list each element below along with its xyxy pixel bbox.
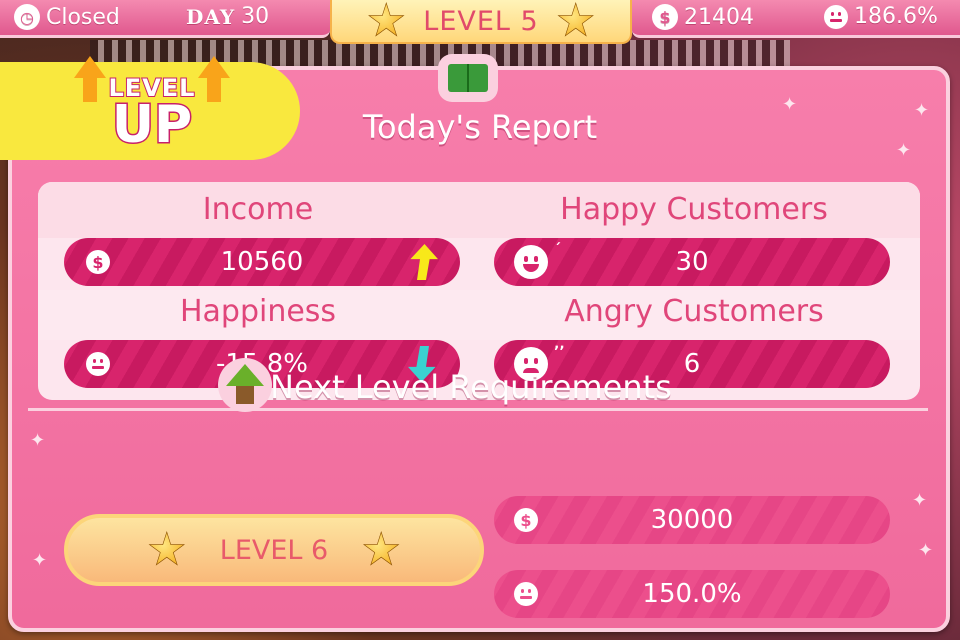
- smile-icon: [86, 352, 110, 376]
- coin-icon: $: [86, 250, 110, 274]
- next-level-value: LEVEL 6: [219, 534, 329, 566]
- angry-customers-value: 6: [683, 349, 701, 379]
- hud-right-bar: $ 21404 186.6%: [632, 0, 960, 38]
- money-counter: $ 21404: [652, 4, 754, 30]
- happiness-value: 186.6%: [854, 4, 938, 29]
- top-hud: ◷ Closed DAY 30 LEVEL 5 $ 21404 186.6%: [0, 0, 960, 44]
- hud-left-bar: ◷ Closed DAY 30: [0, 0, 330, 38]
- current-level: LEVEL 5: [423, 5, 539, 37]
- money-value: 21404: [684, 4, 754, 30]
- star-icon: [148, 531, 186, 569]
- sparkle-decoration: ✦: [918, 540, 934, 561]
- coin-icon: $: [652, 4, 678, 30]
- shop-status[interactable]: ◷ Closed: [14, 4, 120, 30]
- happy-customers-value: 30: [675, 247, 709, 277]
- required-happiness-pill: 150.0%: [494, 570, 890, 618]
- income-pill: $ 10560: [64, 238, 460, 286]
- level-up-arrow-icon: [218, 358, 272, 412]
- report-title: Today's Report: [362, 108, 598, 146]
- arrow-up-icon: [410, 244, 438, 280]
- happy-customers-pill: ˊ 30: [494, 238, 890, 286]
- clock-icon: ◷: [14, 4, 40, 30]
- income-label: Income: [202, 192, 314, 227]
- day-counter: DAY 30: [186, 4, 269, 29]
- coin-icon: $: [514, 508, 538, 532]
- day-label: DAY: [186, 4, 236, 29]
- sparkle-decoration: ✦: [32, 550, 48, 571]
- section-divider: [28, 408, 928, 411]
- happy-customers-label: Happy Customers: [560, 192, 828, 227]
- happiness-counter: 186.6%: [824, 4, 938, 29]
- income-value: 10560: [220, 247, 304, 277]
- star-icon: [557, 2, 595, 40]
- required-happiness-value: 150.0%: [642, 579, 742, 609]
- smile-icon: [514, 582, 538, 606]
- sparkle-decoration: ✦: [912, 490, 928, 511]
- star-icon: [367, 2, 405, 40]
- shop-status-text: Closed: [46, 4, 120, 30]
- sparkle-decoration: ✦: [30, 430, 46, 451]
- happy-face-icon: [514, 245, 548, 279]
- smile-icon: [824, 4, 848, 29]
- happiness-label: Happiness: [179, 294, 337, 329]
- required-money-value: 30000: [650, 505, 734, 535]
- requirements-title: Next Level Requirements: [270, 368, 672, 406]
- required-money-pill: $ 30000: [494, 496, 890, 544]
- day-value: 30: [241, 4, 270, 29]
- book-icon: [438, 54, 498, 102]
- star-icon: [362, 531, 400, 569]
- angry-customers-label: Angry Customers: [564, 294, 824, 329]
- next-level-pill: LEVEL 6: [64, 514, 484, 586]
- level-banner: LEVEL 5: [330, 0, 632, 44]
